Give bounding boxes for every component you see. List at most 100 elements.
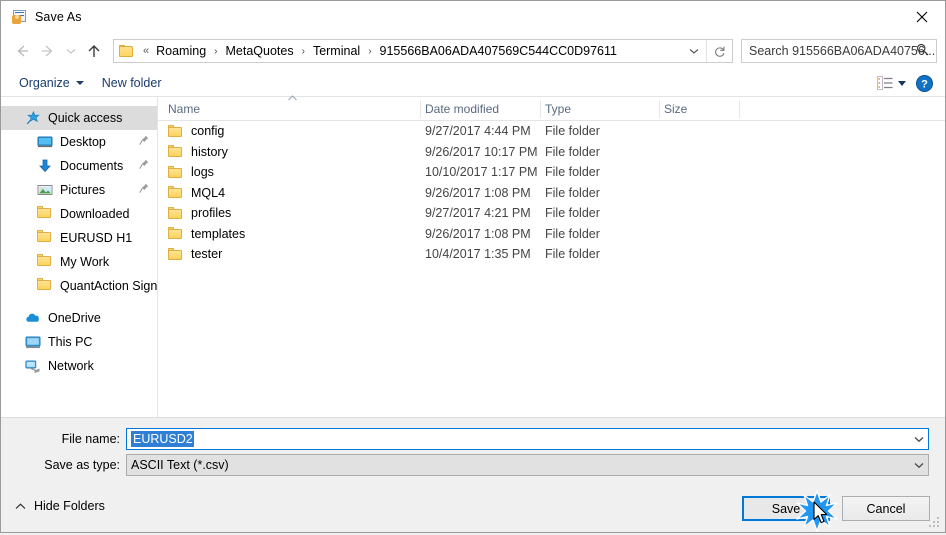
- filetype-select[interactable]: ASCII Text (*.csv): [126, 454, 929, 476]
- folder-icon: [168, 165, 183, 179]
- sidebar-item-desktop[interactable]: Desktop: [1, 130, 157, 154]
- sidebar-item-network[interactable]: Network: [1, 354, 157, 378]
- column-header-date[interactable]: Date modified: [425, 102, 499, 116]
- file-type: File folder: [545, 206, 600, 221]
- network-icon: [25, 358, 41, 374]
- sidebar-item-my-work[interactable]: My Work: [1, 250, 157, 274]
- sidebar-item-label: Network: [48, 359, 94, 373]
- filename-dropdown-button[interactable]: [909, 429, 928, 449]
- table-row[interactable]: profiles 9/27/2017 4:21 PM File folder: [158, 203, 945, 224]
- filetype-dropdown-button[interactable]: [909, 455, 928, 475]
- up-button[interactable]: [81, 38, 107, 64]
- recent-locations-button[interactable]: [61, 38, 81, 64]
- file-rows: config 9/27/2017 4:44 PM File folder his…: [158, 121, 945, 417]
- column-header-name[interactable]: Name: [168, 102, 200, 116]
- filename-row: File name: EURUSD2: [1, 428, 945, 450]
- sidebar-item-quantaction-signal[interactable]: QuantAction Signal: [1, 274, 157, 298]
- breadcrumb-item-metaquotes[interactable]: MetaQuotes: [224, 44, 296, 58]
- column-header-size[interactable]: Size: [664, 102, 687, 116]
- file-type: File folder: [545, 247, 600, 262]
- file-date: 9/26/2017 1:08 PM: [425, 226, 531, 241]
- table-row[interactable]: config 9/27/2017 4:44 PM File folder: [158, 121, 945, 142]
- folder-icon: [168, 227, 183, 240]
- search-input[interactable]: Search 915566BA06ADA40756...: [741, 39, 937, 63]
- forward-button[interactable]: [35, 38, 61, 64]
- cancel-button[interactable]: Cancel: [842, 496, 930, 521]
- file-type: File folder: [545, 185, 600, 200]
- save-as-dialog: Save As « Roaming › MetaQuotes › Termina…: [0, 0, 946, 533]
- breadcrumb-item-roaming[interactable]: Roaming: [154, 44, 208, 58]
- organize-label: Organize: [19, 76, 70, 90]
- navigation-sidebar: Quick access Desktop Documents Pictures …: [1, 97, 158, 417]
- arrow-up-icon: [88, 44, 100, 57]
- file-name: tester: [191, 247, 223, 262]
- file-name: config: [191, 124, 225, 139]
- file-type: File folder: [545, 124, 600, 139]
- address-bar[interactable]: « Roaming › MetaQuotes › Terminal › 9155…: [113, 39, 733, 63]
- organize-button[interactable]: Organize: [19, 76, 84, 90]
- pin-icon[interactable]: [139, 183, 149, 197]
- table-row[interactable]: templates 9/26/2017 1:08 PM File folder: [158, 224, 945, 245]
- arrow-right-icon: [42, 45, 53, 57]
- list-view-icon: [877, 76, 893, 90]
- column-divider[interactable]: [739, 101, 740, 118]
- sidebar-item-downloaded[interactable]: Downloaded: [1, 202, 157, 226]
- sidebar-item-onedrive[interactable]: OneDrive: [1, 306, 157, 330]
- column-header-type[interactable]: Type: [545, 102, 571, 116]
- table-row[interactable]: history 9/26/2017 10:17 PM File folder: [158, 142, 945, 163]
- sort-ascending-icon: [286, 94, 298, 103]
- refresh-button[interactable]: [706, 40, 732, 62]
- breadcrumb-separator-icon[interactable]: ›: [362, 46, 377, 57]
- column-divider[interactable]: [540, 101, 541, 118]
- folder-icon: [37, 254, 53, 270]
- new-folder-label: New folder: [101, 76, 162, 90]
- filetype-value: ASCII Text (*.csv): [131, 458, 229, 472]
- chevron-down-icon: [914, 436, 923, 442]
- sidebar-item-quick-access[interactable]: Quick access: [1, 106, 157, 130]
- back-button[interactable]: [9, 38, 35, 64]
- file-date: 9/27/2017 4:21 PM: [425, 206, 531, 221]
- pin-icon[interactable]: [139, 135, 149, 149]
- dialog-body: Quick access Desktop Documents Pictures …: [1, 94, 945, 417]
- filename-input[interactable]: EURUSD2: [126, 428, 929, 450]
- sidebar-item-pictures[interactable]: Pictures: [1, 178, 157, 202]
- pictures-icon: [37, 182, 53, 198]
- sidebar-item-label: Documents: [60, 159, 124, 173]
- save-button[interactable]: Save: [742, 496, 830, 521]
- change-view-button[interactable]: [877, 76, 906, 90]
- table-row[interactable]: tester 10/4/2017 1:35 PM File folder: [158, 244, 945, 265]
- pin-icon[interactable]: [139, 159, 149, 173]
- address-dropdown-button[interactable]: [683, 40, 705, 62]
- folder-icon: [119, 44, 134, 58]
- breadcrumb-item-terminal[interactable]: Terminal: [311, 44, 362, 58]
- close-button[interactable]: [899, 1, 945, 32]
- this-pc-icon: [25, 334, 41, 350]
- new-folder-button[interactable]: New folder: [102, 76, 162, 90]
- resize-grip-icon[interactable]: [928, 516, 941, 529]
- file-date: 9/26/2017 10:17 PM: [425, 144, 538, 159]
- refresh-icon: [715, 46, 725, 57]
- hide-folders-button[interactable]: Hide Folders: [15, 499, 105, 513]
- table-row[interactable]: MQL4 9/26/2017 1:08 PM File folder: [158, 183, 945, 204]
- help-button[interactable]: ?: [916, 74, 933, 92]
- file-name: history: [191, 144, 228, 159]
- save-as-app-icon: [11, 9, 27, 25]
- sidebar-item-label: My Work: [60, 255, 110, 269]
- arrow-left-icon: [17, 45, 28, 57]
- folder-icon: [168, 186, 183, 199]
- file-name: MQL4: [191, 185, 226, 200]
- column-header-row: Name Date modified Type Size: [158, 94, 945, 121]
- column-divider[interactable]: [659, 101, 660, 118]
- sidebar-item-label: QuantAction Signal: [60, 279, 157, 293]
- navigation-bar: « Roaming › MetaQuotes › Terminal › 9155…: [1, 32, 945, 70]
- sidebar-item-documents[interactable]: Documents: [1, 154, 157, 178]
- sidebar-item-this-pc[interactable]: This PC: [1, 330, 157, 354]
- sidebar-item-eurusd-h1[interactable]: EURUSD H1: [1, 226, 157, 250]
- file-type: File folder: [545, 165, 600, 180]
- column-divider[interactable]: [420, 101, 421, 118]
- table-row[interactable]: logs 10/10/2017 1:17 PM File folder: [158, 162, 945, 183]
- breadcrumb-separator-icon[interactable]: ›: [296, 46, 311, 57]
- breadcrumb-overflow-icon[interactable]: «: [138, 45, 154, 57]
- breadcrumb-item-guid[interactable]: 915566BA06ADA407569C544CC0D97611: [378, 44, 619, 58]
- breadcrumb-separator-icon[interactable]: ›: [208, 46, 223, 57]
